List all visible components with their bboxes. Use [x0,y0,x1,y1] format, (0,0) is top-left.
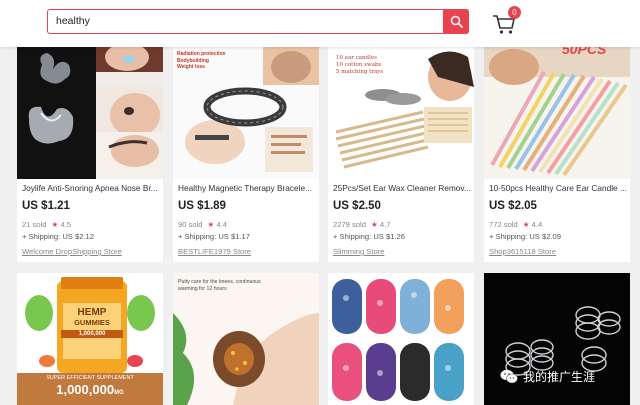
product-title[interactable]: Joylife Anti-Snoring Apnea Nose Br... [22,182,160,194]
product-price: US $2.50 [333,200,381,212]
store-link[interactable]: Slimming Store [333,247,471,257]
product-title[interactable]: 25Pcs/Set Ear Wax Cleaner Remov... [333,182,471,194]
image-caption: 10 ear candles 10 cotton swabs 5 matchin… [336,55,384,75]
rating-value: 4.4 [531,220,543,229]
image-caption: Putty care for the knees, continuous war… [178,279,261,292]
rating-value: 4.4 [216,220,227,229]
store-link[interactable]: Welcome DropShipping Store [22,247,160,257]
star-icon: ★ [522,220,530,229]
product-info: 25Pcs/Set Ear Wax Cleaner Remov... US $2… [333,181,471,257]
product-title[interactable]: Healthy Magnetic Therapy Bracele... [178,182,316,194]
product-image [484,273,630,405]
product-card[interactable]: 50PCS 10-50pcs Healthy Care Ear Candle .… [484,47,630,262]
watermark-text: 我的推广生涯 [523,369,596,384]
product-price: US $1.89 [178,200,226,212]
product-meta: 772 sold ★ 4.4 [489,220,627,230]
product-price: US $1.21 [22,200,70,212]
product-image [17,47,163,179]
sold-count: 2279 sold [333,220,366,229]
sold-count: 21 sold [22,220,47,229]
product-price: US $2.05 [489,200,537,212]
product-image: HEMP GUMMIES 1,000,000 SUPER EFFICIENT S… [17,273,163,405]
watermark: 我的推广生涯 [500,367,595,385]
product-card[interactable]: HEMP GUMMIES 1,000,000 SUPER EFFICIENT S… [17,273,163,405]
image-banner: SUPER EFFICIENT SUPPLEMENT 1,000,000MG [46,375,134,397]
shipping-cost: + Shipping: US $2.12 [22,232,94,241]
store-link[interactable]: Shop3615118 Store [489,247,627,257]
product-image: 10 ear candles 10 cotton swabs 5 matchin… [328,47,474,179]
rating-value: 4.5 [60,220,71,229]
product-meta: 90 sold ★ 4.4 [178,220,316,230]
product-card[interactable]: 10 ear candles 10 cotton swabs 5 matchin… [328,47,474,262]
search-button[interactable] [443,8,469,34]
top-bar: 0 [0,0,640,47]
search-icon [450,15,463,28]
sold-count: 90 sold [178,220,203,229]
cart-count-badge: 0 [508,6,521,19]
store-link[interactable]: BESTLIFE1979 Store [178,247,316,257]
rating-value: 4.7 [379,220,391,229]
product-card[interactable] [484,273,630,405]
shipping-cost: + Shipping: US $1.17 [178,232,250,241]
star-icon: ★ [51,220,59,229]
product-image [328,273,474,405]
shipping-cost: + Shipping: US $2.09 [489,232,561,241]
sold-count: 772 sold [489,220,518,229]
product-card[interactable]: Putty care for the knees, continuous war… [173,273,319,405]
product-card[interactable]: Radiation protection Bodybuilding Weight… [173,47,319,262]
product-info: Healthy Magnetic Therapy Bracele... US $… [178,181,316,257]
product-title[interactable]: 10-50pcs Healthy Care Ear Candle ... [489,182,627,194]
image-caption: Radiation protection Bodybuilding Weight… [177,51,226,70]
star-icon: ★ [207,220,215,229]
star-icon: ★ [370,220,378,229]
product-info: 10-50pcs Healthy Care Ear Candle ... US … [489,181,627,257]
product-card[interactable]: Joylife Anti-Snoring Apnea Nose Br... US… [17,47,163,262]
product-info: Joylife Anti-Snoring Apnea Nose Br... US… [22,181,160,257]
product-meta: 2279 sold ★ 4.7 [333,220,471,230]
product-image: Putty care for the knees, continuous war… [173,273,319,405]
cart-button[interactable]: 0 [491,6,521,36]
product-meta: 21 sold ★ 4.5 [22,220,160,230]
product-image: Radiation protection Bodybuilding Weight… [173,47,319,179]
shipping-cost: + Shipping: US $1.26 [333,232,405,241]
search-box [47,8,469,34]
product-image: 50PCS [484,47,630,179]
image-caption: HEMP GUMMIES 1,000,000 [61,307,123,338]
wechat-icon [500,369,518,383]
search-input[interactable] [56,10,436,32]
product-card[interactable] [328,273,474,405]
image-caption: 50PCS [562,47,607,57]
